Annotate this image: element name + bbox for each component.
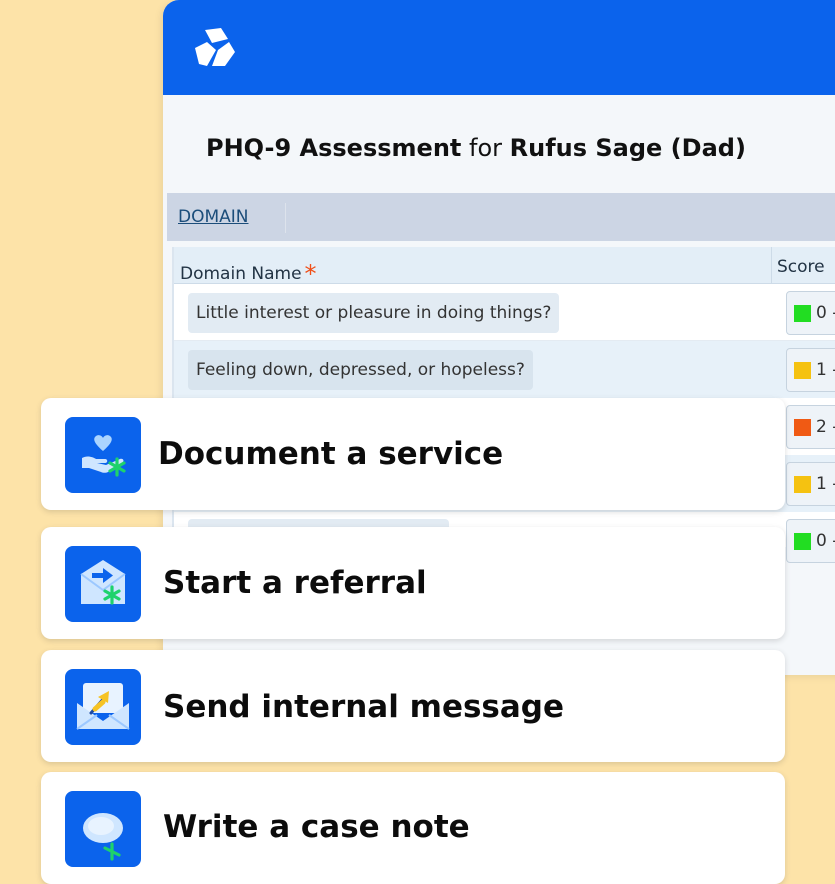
question-text: Little interest or pleasure in doing thi… [188,293,560,333]
assessment-name: PHQ-9 Assessment [206,134,462,162]
document-service-card[interactable]: Document a service [41,398,785,510]
column-divider [771,247,772,283]
start-referral-card[interactable]: Start a referral [41,527,785,639]
referral-envelope-icon [65,546,141,622]
start-referral-label: Start a referral [163,565,427,601]
domain-name-header-label: Domain Name [180,264,302,284]
app-logo-icon[interactable] [191,28,235,68]
internal-message-card[interactable]: Send internal message [41,650,785,762]
score-select[interactable]: 0 - [786,519,835,563]
score-value: 0 - [816,531,835,551]
score-color-swatch [794,533,811,550]
score-select[interactable]: 1 - [786,462,835,506]
column-header-domain-name[interactable]: Domain Name * [180,257,317,288]
score-color-swatch [794,419,811,436]
score-select[interactable]: 2 - [786,405,835,449]
domain-tab-link[interactable]: DOMAIN [178,207,249,227]
hand-heart-icon [65,417,141,493]
message-envelope-icon [65,669,141,745]
table-row: Little interest or pleasure in doing thi… [174,284,835,341]
app-header [163,0,835,95]
chat-bubble-icon [65,791,141,867]
score-value: 1 - [816,474,835,494]
table-row: Feeling down, depressed, or hopeless? 1 … [174,341,835,398]
patient-name: Rufus Sage (Dad) [509,134,746,162]
score-color-swatch [794,476,811,493]
case-note-card[interactable]: Write a case note [41,772,785,884]
column-header-score[interactable]: Score [777,257,825,277]
page-title: PHQ-9 Assessment for Rufus Sage (Dad) [206,134,746,162]
score-value: 0 - [816,303,835,323]
grid-header: Domain Name * Score [174,247,835,288]
score-color-swatch [794,305,811,322]
score-select[interactable]: 0 - [786,291,835,335]
question-text: Feeling down, depressed, or hopeless? [188,350,533,390]
internal-message-label: Send internal message [163,689,565,725]
title-for: for [469,134,503,162]
score-value: 1 - [816,360,835,380]
domain-section-bar: DOMAIN [167,193,835,241]
divider [285,203,286,233]
score-color-swatch [794,362,811,379]
document-service-label: Document a service [158,436,504,472]
score-select[interactable]: 1 - [786,348,835,392]
score-value: 2 - [816,417,835,437]
